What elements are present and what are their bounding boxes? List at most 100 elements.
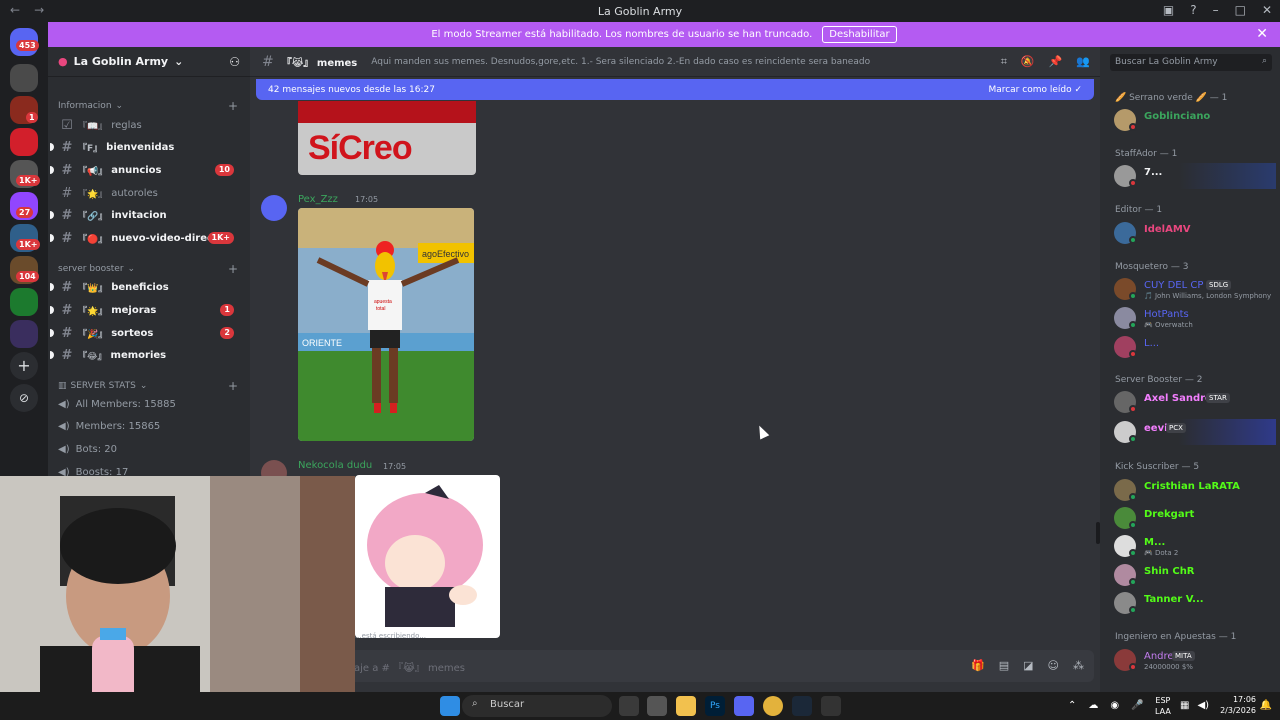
steam-icon[interactable] <box>792 696 812 716</box>
add-server-icon[interactable]: + <box>10 352 38 380</box>
member-item[interactable]: Axel Sandro STAR <box>1114 389 1276 415</box>
channel-topic[interactable]: Aqui manden sus memes. Desnudos,gore,etc… <box>371 57 870 67</box>
server-search-input[interactable]: Buscar La Goblin Army ⌕ <box>1110 54 1272 71</box>
status-dnd-icon <box>1129 405 1137 413</box>
member-item[interactable]: Shin ChR <box>1114 562 1276 588</box>
maximize-button[interactable]: □ <box>1235 3 1246 17</box>
server-icon[interactable] <box>10 320 38 348</box>
app-icon[interactable] <box>647 696 667 716</box>
microphone-icon[interactable]: 🎤 <box>1131 700 1143 711</box>
notification-muted-icon[interactable]: 🔕 <box>1021 55 1035 69</box>
minimize-button[interactable]: – <box>1213 3 1219 17</box>
banner-text: El modo Streamer está habilitado. Los no… <box>431 29 813 40</box>
message-timestamp: 17:05 <box>383 462 407 471</box>
chevron-down-icon: ⌄ <box>127 264 136 274</box>
voice-stat[interactable]: ◀) All Members: 15885 <box>58 399 176 410</box>
apps-icon[interactable]: ⁂ <box>1073 659 1084 672</box>
category-server-stats[interactable]: ▥ SERVER STATS ⌄ <box>58 381 147 391</box>
windows-taskbar: ⌕ Buscar Ps ⌃ ☁ ◉ 🎤 ESP LAA ▦ ◀) 17:06 2… <box>0 692 1280 720</box>
server-icon[interactable] <box>10 288 38 316</box>
channel-bienvenidas[interactable]: # 『F』 bienvenidas <box>50 137 242 157</box>
channel-autoroles[interactable]: # 『🌟』 autoroles <box>56 183 242 203</box>
member-item[interactable]: eevi PCX <box>1114 419 1276 445</box>
sticker-icon[interactable]: ◪ <box>1023 659 1033 672</box>
notification-bell-icon[interactable]: 🔔 <box>1260 700 1272 711</box>
app-icon[interactable] <box>821 696 841 716</box>
tray-app-icon[interactable]: ◉ <box>1110 700 1119 711</box>
member-item[interactable]: Cristhian LaRATA <box>1114 477 1276 503</box>
channel-emoji: 『📢』 <box>78 166 108 177</box>
taskbar-search[interactable]: ⌕ Buscar <box>462 695 612 717</box>
channel-anuncios[interactable]: # 『📢』 anuncios 10 <box>50 160 242 180</box>
channel-emoji: 『📖』 <box>78 121 108 132</box>
server-header[interactable]: ● La Goblin Army ⌄ ⚇ <box>48 47 250 77</box>
add-channel-icon[interactable]: + <box>228 379 238 393</box>
gif-icon[interactable]: ▤ <box>999 659 1009 672</box>
channel-nuevo-video[interactable]: # 『🔴』 nuevo-video-direc... 1K+ <box>50 228 242 248</box>
server-icon[interactable] <box>10 64 38 92</box>
server-icon[interactable] <box>10 128 38 156</box>
voice-stat[interactable]: ◀) Members: 15865 <box>58 421 160 432</box>
member-item[interactable]: 7... <box>1114 163 1276 189</box>
gift-icon[interactable]: 🎁 <box>971 659 985 672</box>
image-attachment[interactable]: agoEfectivo ORIENTE apuesta total <box>298 208 474 441</box>
message-author[interactable]: Nekocola dudu <box>298 460 372 471</box>
member-item[interactable]: Andre MITA 24000000 $% <box>1114 647 1276 673</box>
new-messages-bar[interactable]: 42 mensajes nuevos desde las 16:27 Marca… <box>256 79 1094 100</box>
status-dnd-icon <box>1129 663 1137 671</box>
close-button[interactable]: ✕ <box>1262 3 1272 17</box>
photoshop-icon[interactable]: Ps <box>705 696 725 716</box>
member-item[interactable]: Drekgart <box>1114 505 1276 531</box>
channel-invitacion[interactable]: # 『🔗』 invitacion <box>50 205 242 225</box>
windows-start-icon[interactable] <box>440 696 460 716</box>
chrome-icon[interactable] <box>763 696 783 716</box>
member-item[interactable]: IdelAMV <box>1114 220 1276 246</box>
channel-mejoras[interactable]: # 『🌟』 mejoras 1 <box>50 300 242 320</box>
member-item[interactable]: M... 🎮 Dota 2 <box>1114 533 1276 559</box>
member-item[interactable]: Goblinciano <box>1114 107 1276 133</box>
message-input[interactable]: aje a # 『😹』 memes 🎁 ▤ ◪ ☺ ⁂ <box>256 650 1094 682</box>
member-item[interactable]: Tanner V... <box>1114 590 1276 616</box>
close-icon[interactable]: ✕ <box>1256 26 1268 42</box>
file-explorer-icon[interactable] <box>676 696 696 716</box>
task-view-icon[interactable] <box>619 696 639 716</box>
onedrive-icon[interactable]: ☁ <box>1088 700 1098 711</box>
channel-beneficios[interactable]: # 『👑』 beneficios <box>50 277 242 297</box>
network-volume[interactable]: ▦ ◀) <box>1180 700 1209 711</box>
mark-read-button[interactable]: Marcar como leído ✓ <box>988 85 1082 95</box>
add-channel-icon[interactable]: + <box>228 262 238 276</box>
discord-taskbar-icon[interactable] <box>734 696 754 716</box>
image-attachment[interactable]: SíCreo <box>298 101 476 175</box>
channel-emoji: 『🔴』 <box>78 234 108 245</box>
pin-icon[interactable]: 📌 <box>1049 55 1063 69</box>
member-item[interactable]: HotPants 🎮 Overwatch <box>1114 305 1276 331</box>
hash-icon: # <box>61 279 73 295</box>
add-channel-icon[interactable]: + <box>228 99 238 113</box>
message-author[interactable]: Pex_Zzz <box>298 194 338 205</box>
speaker-icon: ◀) <box>58 444 70 455</box>
channel-memories[interactable]: # 『😂』 memories <box>50 345 242 365</box>
language-indicator[interactable]: ESP LAA <box>1155 695 1171 717</box>
threads-icon[interactable]: ⌗ <box>1001 55 1007 69</box>
inbox-icon[interactable]: ▣ <box>1163 3 1174 17</box>
channel-sorteos[interactable]: # 『🎉』 sorteos 2 <box>50 323 242 343</box>
channel-reglas[interactable]: ☑ 『📖』 reglas <box>56 115 242 135</box>
discover-icon[interactable]: ⊘ <box>10 384 38 412</box>
help-icon[interactable]: ? <box>1190 3 1196 17</box>
category-server-booster[interactable]: server booster ⌄ <box>58 264 135 274</box>
disable-streamer-button[interactable]: Deshabilitar <box>822 26 897 43</box>
avatar[interactable] <box>261 195 287 221</box>
voice-stat[interactable]: ◀) Bots: 20 <box>58 444 117 455</box>
image-attachment[interactable] <box>355 475 500 638</box>
clock[interactable]: 17:06 2/3/2026 <box>1220 694 1256 716</box>
member-item[interactable]: CUY DEL CP SDLG 🎵 John Williams, London … <box>1114 276 1276 302</box>
chevron-up-icon[interactable]: ⌃ <box>1068 700 1076 711</box>
emoji-icon[interactable]: ☺ <box>1048 659 1059 672</box>
football-photo: agoEfectivo ORIENTE apuesta total <box>298 208 474 441</box>
category-informacion[interactable]: Informacion ⌄ <box>58 101 123 111</box>
status-online-icon <box>1129 578 1137 586</box>
hash-icon: # <box>61 347 73 363</box>
member-item[interactable]: L... <box>1114 334 1276 360</box>
add-member-icon[interactable]: ⚇ <box>229 55 240 69</box>
member-list-icon[interactable]: 👥 <box>1076 55 1090 69</box>
